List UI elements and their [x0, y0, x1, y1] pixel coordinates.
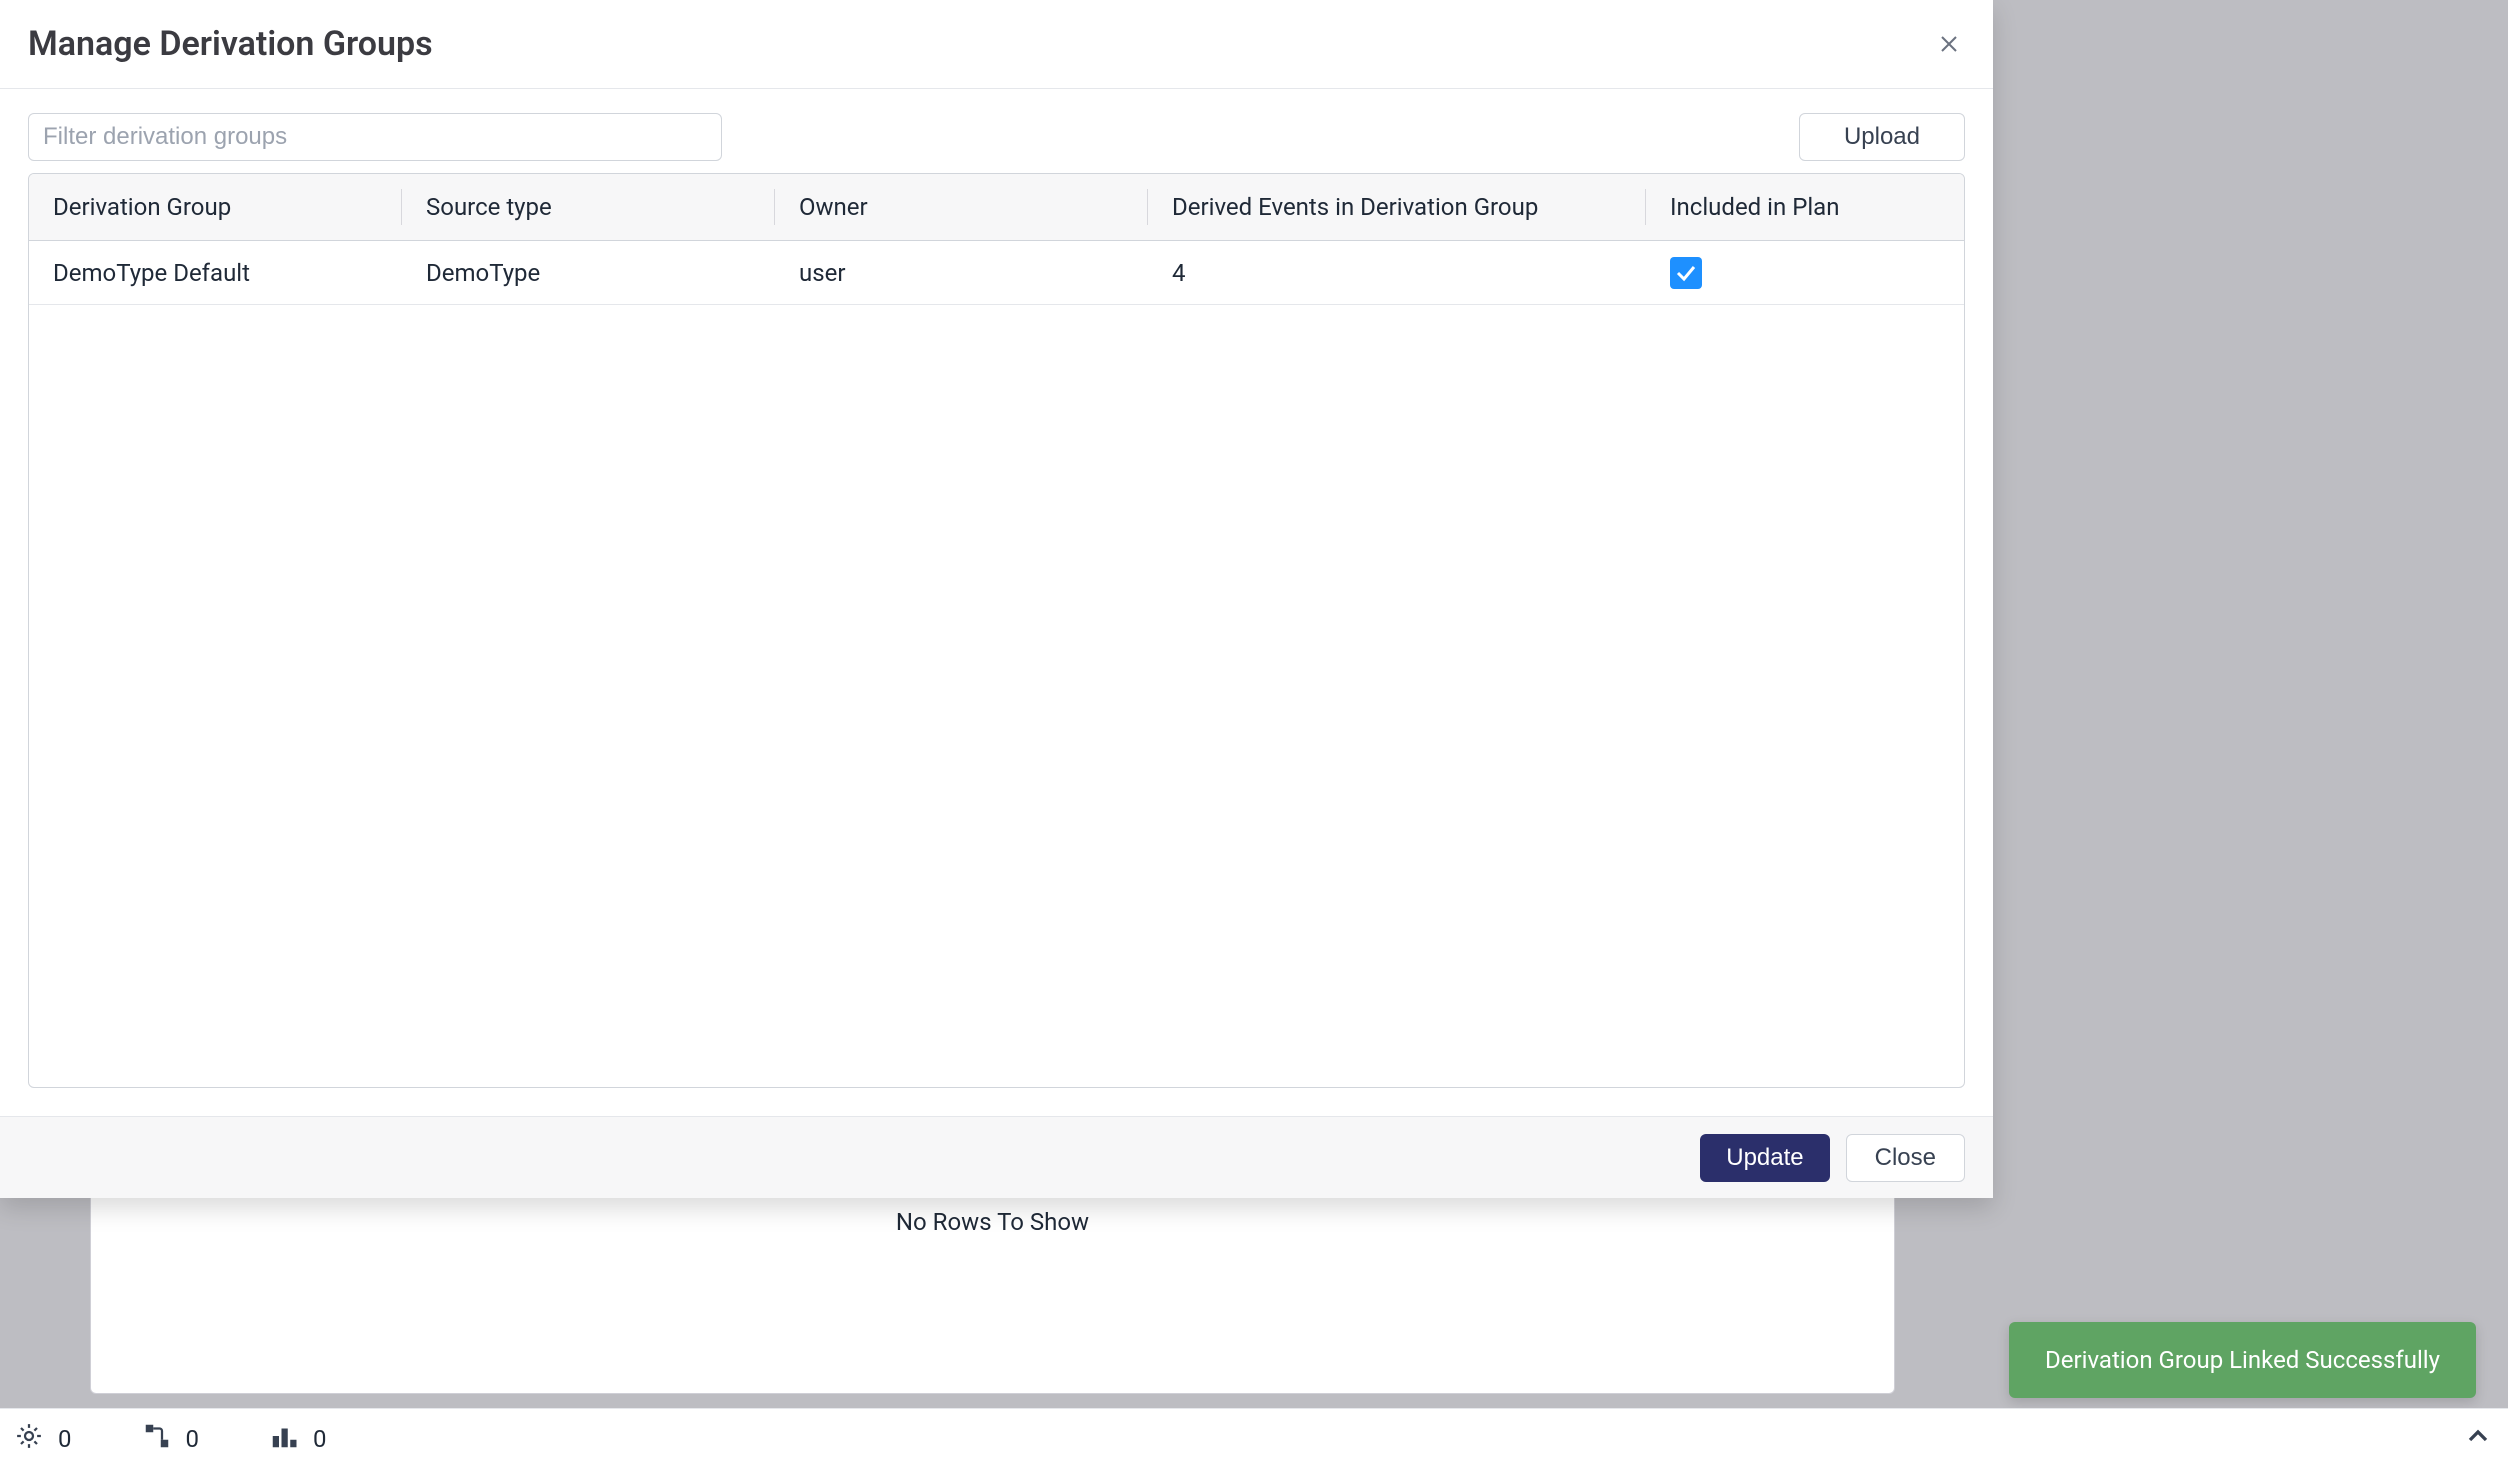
derivation-groups-table: Derivation Group Source type Owner Deriv…	[28, 173, 1965, 1088]
gear-icon	[14, 1421, 44, 1457]
close-icon[interactable]	[1933, 28, 1965, 60]
expand-status-bar[interactable]	[2462, 1420, 2494, 1458]
modal-toolbar: Upload	[0, 89, 1993, 173]
modal-body: Derivation Group Source type Owner Deriv…	[0, 173, 1993, 1116]
cell-derived-events: 4	[1148, 241, 1646, 304]
status-gear-count: 0	[58, 1425, 72, 1453]
column-header-derivation-group[interactable]: Derivation Group	[29, 174, 402, 240]
status-bar: 0 0 0	[0, 1408, 2508, 1468]
table-row[interactable]: DemoType Default DemoType user 4	[29, 241, 1964, 305]
column-header-included-in-plan[interactable]: Included in Plan	[1646, 174, 1964, 240]
bar-chart-icon	[269, 1421, 299, 1457]
status-flow-count: 0	[186, 1425, 200, 1453]
update-button[interactable]: Update	[1700, 1134, 1829, 1182]
modal-title: Manage Derivation Groups	[28, 24, 433, 64]
column-header-owner[interactable]: Owner	[775, 174, 1148, 240]
column-header-derived-events[interactable]: Derived Events in Derivation Group	[1148, 174, 1646, 240]
table-header-row: Derivation Group Source type Owner Deriv…	[29, 174, 1964, 241]
status-gear[interactable]: 0	[14, 1421, 72, 1457]
filter-derivation-groups-input[interactable]	[28, 113, 722, 161]
status-chart[interactable]: 0	[269, 1421, 327, 1457]
manage-derivation-groups-modal: Manage Derivation Groups Upload Derivati…	[0, 0, 1993, 1198]
no-rows-label: No Rows To Show	[90, 1198, 1895, 1236]
cell-derivation-group: DemoType Default	[29, 241, 402, 304]
success-toast: Derivation Group Linked Successfully	[2009, 1322, 2476, 1398]
cell-owner: user	[775, 241, 1148, 304]
cell-source-type: DemoType	[402, 241, 775, 304]
included-in-plan-checkbox[interactable]	[1670, 257, 1702, 289]
status-flow[interactable]: 0	[142, 1421, 200, 1457]
status-chart-count: 0	[313, 1425, 327, 1453]
chevron-up-icon	[2462, 1420, 2494, 1458]
column-header-source-type[interactable]: Source type	[402, 174, 775, 240]
modal-footer: Update Close	[0, 1116, 1993, 1198]
modal-header: Manage Derivation Groups	[0, 0, 1993, 89]
close-button[interactable]: Close	[1846, 1134, 1965, 1182]
flow-icon	[142, 1421, 172, 1457]
cell-included-in-plan	[1646, 241, 1964, 304]
upload-button[interactable]: Upload	[1799, 113, 1965, 161]
